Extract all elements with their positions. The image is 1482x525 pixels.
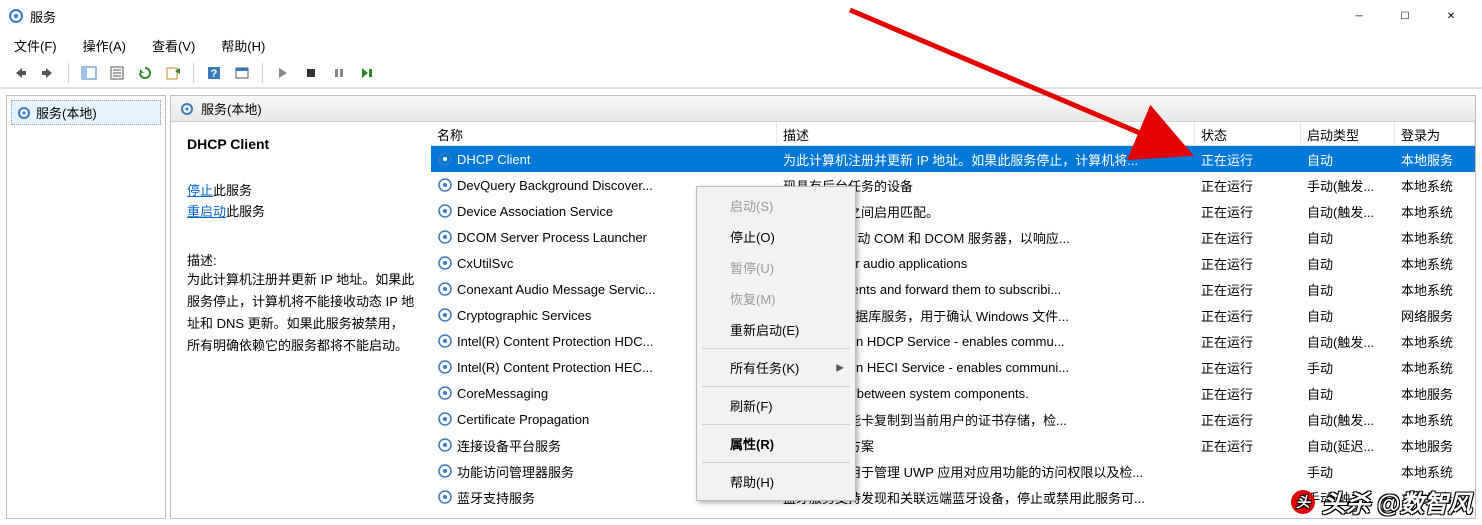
service-row[interactable]: DevQuery Background Discover...现具有后台任务的设… (431, 172, 1475, 198)
restart-service-link[interactable]: 重启动 (187, 204, 226, 219)
maximize-button[interactable]: ☐ (1382, 0, 1428, 32)
menu-view[interactable]: 查看(V) (146, 34, 201, 57)
context-menu-item[interactable]: 停止(O) (700, 221, 852, 252)
gear-icon (179, 101, 195, 117)
context-menu-item[interactable]: 刷新(F) (700, 390, 852, 421)
tree-item-services-local[interactable]: 服务(本地) (11, 100, 161, 125)
stop-service-button[interactable] (299, 61, 323, 85)
context-menu-item[interactable]: 所有任务(K)▶ (700, 352, 852, 383)
context-menu-separator (702, 348, 850, 349)
description-label: 描述: (187, 250, 415, 269)
context-menu-item[interactable]: 重新启动(E) (700, 314, 852, 345)
toolbar-separator (193, 63, 194, 83)
service-row[interactable]: CoreMessagingnmunication between system … (431, 380, 1475, 406)
context-menu-separator (702, 462, 850, 463)
menu-action[interactable]: 操作(A) (77, 34, 132, 57)
toolbar-button[interactable] (230, 61, 254, 85)
menu-help[interactable]: 帮助(H) (215, 34, 271, 57)
service-row[interactable]: DHCP Client为此计算机注册并更新 IP 地址。如果此服务停止，计算机将… (431, 146, 1475, 172)
service-row[interactable]: DCOM Server Process LauncherCH 服务可启动 COM… (431, 224, 1475, 250)
service-row[interactable]: 连接设备平台服务接设备平台方案正在运行自动(延迟...本地服务 (431, 432, 1475, 458)
service-list: 名称 描述 状态 启动类型 登录为 DHCP Client为此计算机注册并更新 … (431, 122, 1475, 518)
context-menu-separator (702, 424, 850, 425)
toolbar-separator (262, 63, 263, 83)
service-row[interactable]: Cryptographic Services服务: 编录数据库服务，用于确认 W… (431, 302, 1475, 328)
context-menu-item[interactable]: 属性(R) (700, 428, 852, 459)
restart-service-button[interactable] (355, 61, 379, 85)
tree-item-label: 服务(本地) (36, 103, 97, 122)
stop-service-link[interactable]: 停止 (187, 183, 213, 198)
service-row[interactable]: 功能访问管理器服务提供设施，用于管理 UWP 应用对应用功能的访问权限以及检..… (431, 458, 1475, 484)
export-button[interactable] (161, 61, 185, 85)
tree-pane: 服务(本地) (6, 95, 166, 519)
col-login[interactable]: 登录为 (1395, 122, 1475, 145)
context-menu: 启动(S)停止(O)暂停(U)恢复(M)重新启动(E) 所有任务(K)▶ 刷新(F)… (696, 186, 856, 501)
selected-service-title: DHCP Client (187, 136, 415, 152)
minimize-button[interactable]: ─ (1336, 0, 1382, 32)
start-service-button[interactable] (271, 61, 295, 85)
app-gear-icon (8, 8, 24, 24)
properties-button[interactable] (105, 61, 129, 85)
context-menu-item: 暂停(U) (700, 252, 852, 283)
submenu-arrow-icon: ▶ (836, 362, 844, 373)
pause-service-button[interactable] (327, 61, 351, 85)
svg-text:?: ? (211, 68, 218, 80)
col-desc[interactable]: 描述 (777, 122, 1195, 145)
rows-container: DHCP Client为此计算机注册并更新 IP 地址。如果此服务停止，计算机将… (431, 146, 1475, 510)
col-name[interactable]: 名称 (431, 122, 777, 145)
service-row[interactable]: Conexant Audio Message Servic...io devic… (431, 276, 1475, 302)
service-row[interactable]: Intel(R) Content Protection HDC...ent Pr… (431, 328, 1475, 354)
col-status[interactable]: 状态 (1195, 122, 1301, 145)
service-row[interactable]: Certificate Propagation根证书从智能卡复制到当前用户的证书… (431, 406, 1475, 432)
watermark-icon: 头 (1290, 489, 1316, 515)
service-row[interactable]: Intel(R) Content Protection HEC...ent Pr… (431, 354, 1475, 380)
description-text: 为此计算机注册并更新 IP 地址。如果此服务停止，计算机将不能接收动态 IP 地… (187, 269, 415, 357)
svg-text:头: 头 (1296, 494, 1311, 510)
detail-header: 服务(本地) (171, 96, 1475, 122)
detail-header-label: 服务(本地) (201, 99, 262, 118)
window-title: 服务 (30, 7, 1336, 26)
back-button[interactable] (8, 61, 32, 85)
context-menu-item: 恢复(M) (700, 283, 852, 314)
toolbar: ? (0, 58, 1482, 88)
close-button[interactable]: ✕ (1428, 0, 1474, 32)
forward-button[interactable] (36, 61, 60, 85)
help-button[interactable]: ? (202, 61, 226, 85)
menu-file[interactable]: 文件(F) (8, 34, 63, 57)
context-menu-item: 启动(S) (700, 190, 852, 221)
service-info-panel: DHCP Client 停止此服务 重启动此服务 描述: 为此计算机注册并更新 … (171, 122, 431, 518)
title-bar: 服务 ─ ☐ ✕ (0, 0, 1482, 32)
menu-bar: 文件(F) 操作(A) 查看(V) 帮助(H) (0, 32, 1482, 58)
show-hide-tree-button[interactable] (77, 61, 101, 85)
service-row[interactable]: Device Association Service或无线设备之间启用匹配。正在… (431, 198, 1475, 224)
context-menu-item[interactable]: 帮助(H) (700, 466, 852, 497)
watermark: 头 头杀 @数智风 (1290, 484, 1472, 519)
col-startup[interactable]: 启动类型 (1301, 122, 1395, 145)
gear-icon (16, 105, 32, 121)
column-headers: 名称 描述 状态 启动类型 登录为 (431, 122, 1475, 146)
refresh-button[interactable] (133, 61, 157, 85)
toolbar-separator (68, 63, 69, 83)
service-row[interactable]: CxUtilSvcity service for audio applicati… (431, 250, 1475, 276)
context-menu-separator (702, 386, 850, 387)
